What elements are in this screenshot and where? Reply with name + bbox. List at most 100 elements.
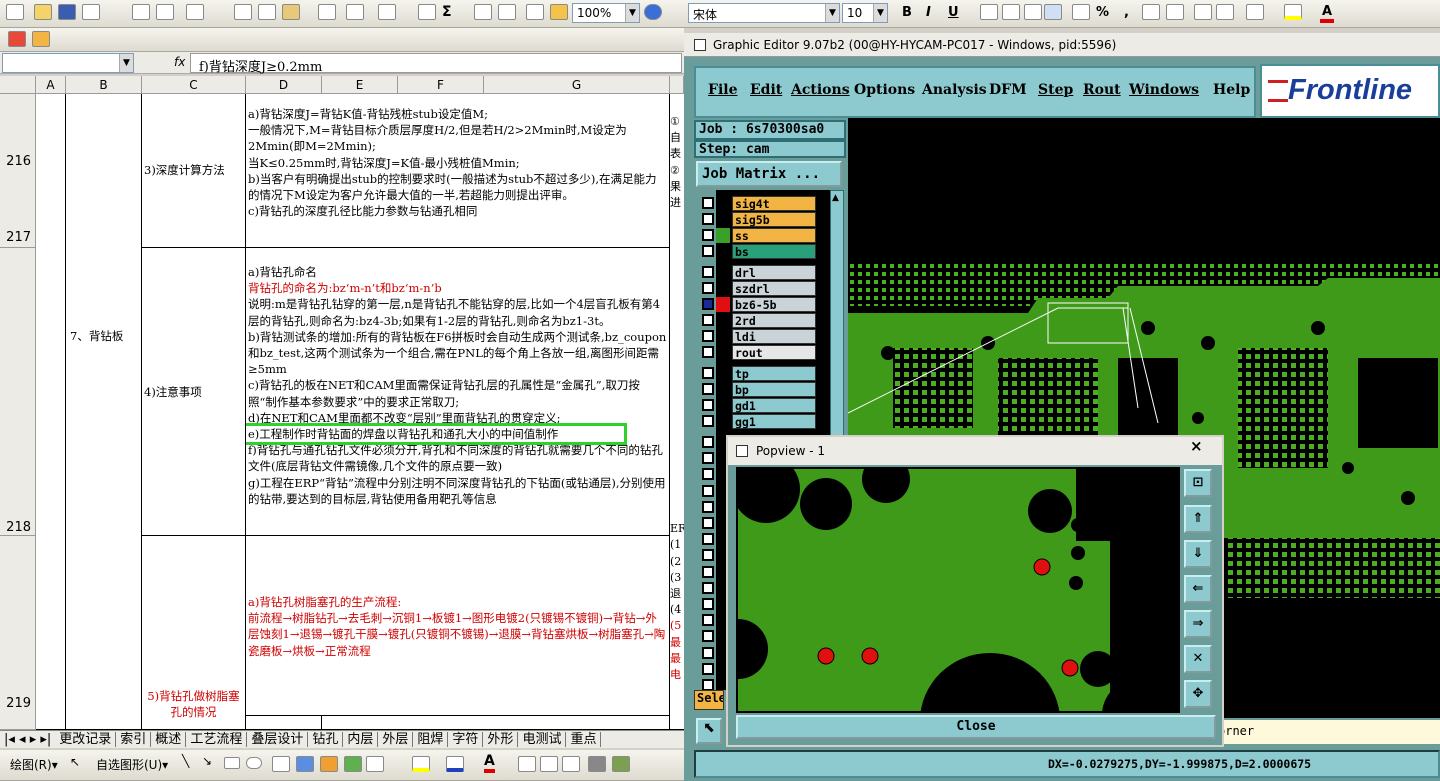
undo-icon[interactable] xyxy=(346,4,364,20)
menu-file[interactable]: File xyxy=(708,82,737,98)
column-header-c[interactable]: C xyxy=(142,76,246,94)
draw-menu[interactable]: 绘图(R)▾ xyxy=(10,756,58,773)
layer-checkbox[interactable] xyxy=(702,485,714,497)
popview-pan-left-button[interactable]: ⇐ xyxy=(1184,575,1212,603)
menu-windows[interactable]: Windows xyxy=(1129,82,1199,98)
print-preview-icon[interactable] xyxy=(156,4,174,20)
column-header-b[interactable]: B xyxy=(66,76,142,94)
layer-name[interactable]: bz6-5b xyxy=(732,297,816,312)
sheet-tab[interactable]: 外形 xyxy=(483,732,519,747)
menu-step[interactable]: Step xyxy=(1038,82,1073,98)
layer-checkbox[interactable] xyxy=(702,452,714,464)
layer-checkbox[interactable] xyxy=(702,468,714,480)
layer-checkbox[interactable] xyxy=(702,330,714,342)
layer-name[interactable]: gd1 xyxy=(732,398,816,413)
column-header-h[interactable] xyxy=(670,76,684,94)
close-icon[interactable]: × xyxy=(1190,437,1203,455)
column-header-g[interactable]: G xyxy=(484,76,670,94)
row-header-219[interactable]: 219 xyxy=(0,536,36,730)
arrow-icon[interactable]: ↘ xyxy=(202,754,212,768)
layer-row[interactable]: szdrl xyxy=(700,281,818,296)
merge-center-icon[interactable] xyxy=(1044,4,1062,20)
chevron-down-icon[interactable]: ▼ xyxy=(625,4,639,22)
column-header-e[interactable]: E xyxy=(322,76,398,94)
layer-checkbox[interactable] xyxy=(702,501,714,513)
layer-checkbox[interactable] xyxy=(702,213,714,225)
arrow-style-icon[interactable] xyxy=(562,756,580,772)
decrease-decimal-icon[interactable] xyxy=(1166,4,1184,20)
cell-d219-bottom[interactable] xyxy=(246,716,322,730)
sheet-tab[interactable]: 工艺流程 xyxy=(186,732,248,747)
sheet-tab[interactable]: 概述 xyxy=(151,732,187,747)
layer-checkbox[interactable] xyxy=(702,598,714,610)
sheet-tab[interactable]: 重点 xyxy=(566,732,602,747)
shadow-icon[interactable] xyxy=(588,756,606,772)
cell-c218[interactable]: 4)注意事项 xyxy=(142,248,246,536)
menu-analysis[interactable]: Analysis xyxy=(922,82,987,98)
layer-checkbox[interactable] xyxy=(702,399,714,411)
drawing-icon[interactable] xyxy=(550,4,568,20)
select-arrow-icon[interactable]: ↖ xyxy=(70,755,80,769)
layer-name[interactable]: szdrl xyxy=(732,281,816,296)
sheet-tab[interactable]: 字符 xyxy=(448,732,484,747)
chevron-down-icon[interactable]: ▼ xyxy=(873,4,887,22)
popview-zoom-home-button[interactable]: ⊡ xyxy=(1184,469,1212,497)
layer-name[interactable]: sig4t xyxy=(732,196,816,211)
font-color-icon[interactable]: A xyxy=(1320,4,1334,23)
hyperlink-icon[interactable] xyxy=(418,4,436,20)
new-icon[interactable] xyxy=(6,4,24,20)
sheet-tab[interactable]: 索引 xyxy=(116,732,152,747)
popview-close-button[interactable]: Close xyxy=(736,715,1216,739)
redo-icon[interactable] xyxy=(378,4,396,20)
line-style-icon[interactable] xyxy=(518,756,536,772)
sort-asc-icon[interactable] xyxy=(474,4,492,20)
decrease-indent-icon[interactable] xyxy=(1194,4,1212,20)
increase-decimal-icon[interactable] xyxy=(1142,4,1160,20)
row-header-216[interactable]: 216 xyxy=(0,94,36,248)
layer-name[interactable]: drl xyxy=(732,265,816,280)
layer-checkbox[interactable] xyxy=(702,663,714,675)
layer-row[interactable]: gd1 xyxy=(700,398,818,413)
menu-edit[interactable]: Edit xyxy=(750,82,782,98)
sheet-tab[interactable]: 叠层设计 xyxy=(247,732,309,747)
cell-c219[interactable]: 5)背钻孔做树脂塞孔的情况 xyxy=(142,536,246,730)
tab-nav-arrows[interactable]: |◂ ◂ ▸ ▸| xyxy=(0,732,55,747)
layer-checkbox[interactable] xyxy=(702,549,714,561)
menu-actions[interactable]: Actions xyxy=(791,82,850,98)
select-all-corner[interactable] xyxy=(0,76,36,94)
line-color-icon[interactable] xyxy=(446,756,464,772)
help-icon[interactable] xyxy=(644,4,662,20)
fill-color-icon[interactable] xyxy=(1284,4,1302,20)
increase-indent-icon[interactable] xyxy=(1216,4,1234,20)
layer-row[interactable]: rout xyxy=(700,345,818,360)
wordart-icon[interactable] xyxy=(296,756,314,772)
save-icon[interactable] xyxy=(58,4,76,20)
layer-row[interactable]: ldi xyxy=(700,329,818,344)
layer-row[interactable]: drl xyxy=(700,265,818,280)
layer-row[interactable]: bp xyxy=(700,382,818,397)
cell-h-column[interactable]: ① 自 表 ② 果 进 ERP (1 (2 (3 退 (4 (5 最 最 电 xyxy=(670,94,684,730)
layer-checkbox[interactable] xyxy=(702,266,714,278)
layer-checkbox[interactable] xyxy=(702,197,714,209)
cell-g219[interactable]: a)背钻孔树脂塞孔的生产流程: 前流程→树脂钻孔→去毛刺→沉铜1→板镀1→图形电… xyxy=(246,536,670,716)
clipart-icon[interactable] xyxy=(344,756,362,772)
paste-icon[interactable] xyxy=(282,4,300,20)
popview-pan-right-button[interactable]: ⇒ xyxy=(1184,610,1212,638)
popview-zoom-in-button[interactable]: ✥ xyxy=(1184,680,1212,708)
layer-checkbox[interactable] xyxy=(702,533,714,545)
column-header-a[interactable]: A xyxy=(36,76,66,94)
layer-checkbox[interactable] xyxy=(702,245,714,257)
comma-icon[interactable]: , xyxy=(1124,5,1129,20)
layer-checkbox[interactable] xyxy=(702,517,714,529)
layer-row[interactable]: sig4t xyxy=(700,196,818,211)
menu-options[interactable]: Options xyxy=(854,82,915,98)
column-header-d[interactable]: D xyxy=(246,76,322,94)
sheet-tab[interactable]: 电测试 xyxy=(518,732,567,747)
borders-icon[interactable] xyxy=(1246,4,1264,20)
align-center-icon[interactable] xyxy=(1002,4,1020,20)
layer-name[interactable]: gg1 xyxy=(732,414,816,429)
menu-rout[interactable]: Rout xyxy=(1083,82,1121,98)
pdf-options-icon[interactable] xyxy=(32,31,50,47)
cell-b-block[interactable]: 7、背钻板 xyxy=(66,94,142,730)
layer-checkbox[interactable] xyxy=(702,415,714,427)
